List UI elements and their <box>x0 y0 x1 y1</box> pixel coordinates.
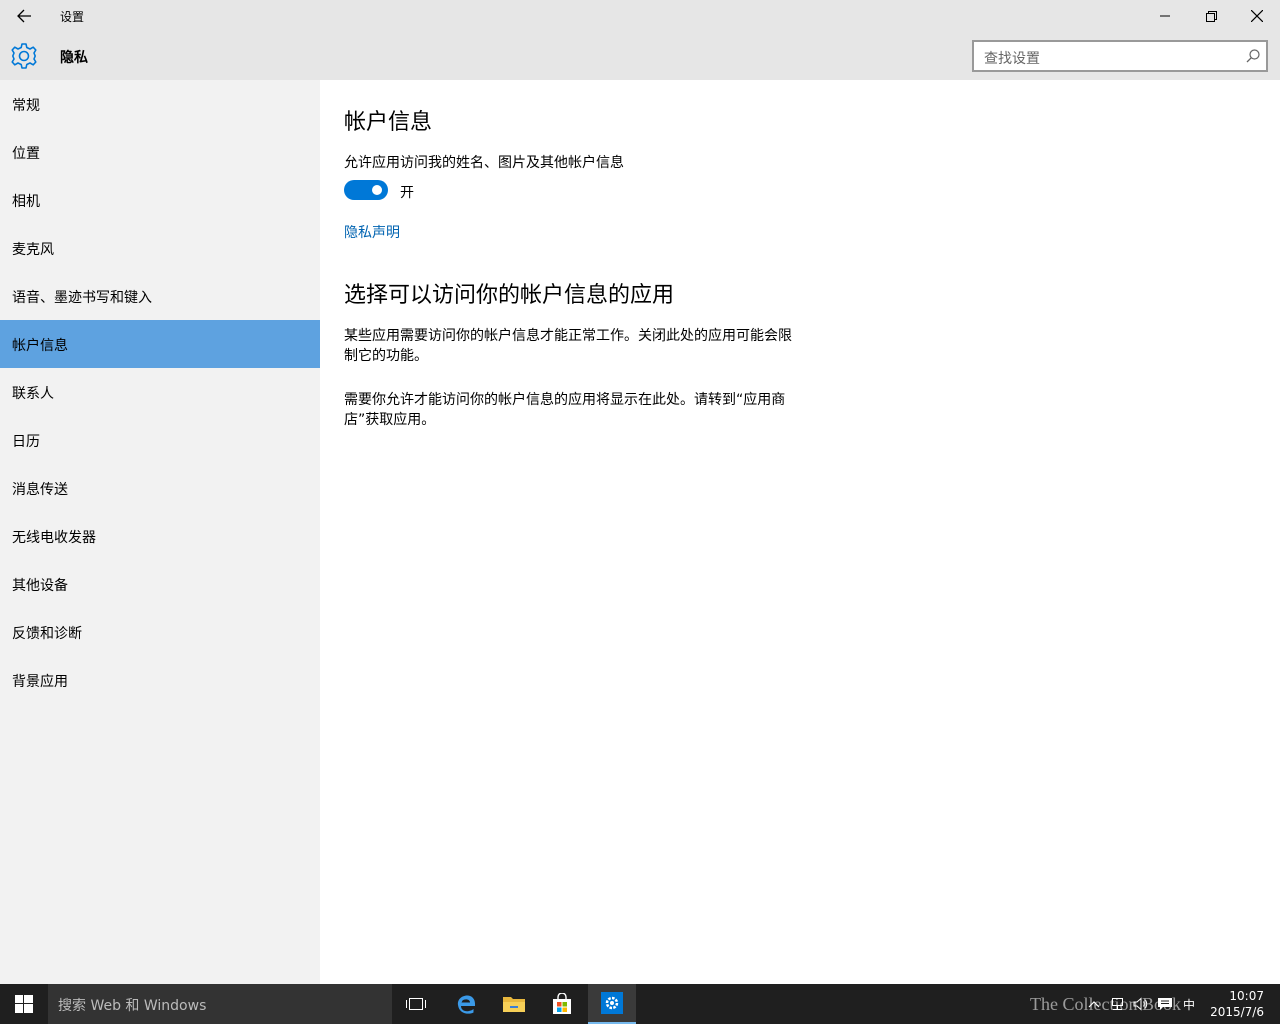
title-bar: 设置 <box>0 0 1280 32</box>
action-center-icon <box>1158 998 1172 1010</box>
restore-icon <box>1205 10 1217 22</box>
sidebar-item-label: 消息传送 <box>12 482 68 498</box>
volume-button[interactable] <box>1130 984 1152 1024</box>
clock-time: 10:07 <box>1229 989 1264 1003</box>
sidebar-item-calendar[interactable]: 日历 <box>0 416 320 464</box>
sidebar-item-label: 背景应用 <box>12 674 68 690</box>
edge-button[interactable] <box>442 984 490 1024</box>
search-icon[interactable] <box>1246 49 1260 63</box>
settings-taskbar-button[interactable] <box>588 984 636 1024</box>
network-icon <box>1112 998 1123 1010</box>
clock-date: 2015/7/6 <box>1210 1005 1264 1019</box>
store-button[interactable] <box>538 984 586 1024</box>
sidebar-item-label: 无线电收发器 <box>12 530 96 546</box>
sidebar-item-messaging[interactable]: 消息传送 <box>0 464 320 512</box>
close-button[interactable] <box>1234 0 1280 32</box>
sidebar-item-radios[interactable]: 无线电收发器 <box>0 512 320 560</box>
sidebar-item-location[interactable]: 位置 <box>0 128 320 176</box>
file-explorer-button[interactable] <box>490 984 538 1024</box>
sidebar-item-account-info[interactable]: 帐户信息 <box>0 320 320 368</box>
sidebar-item-other-devices[interactable]: 其他设备 <box>0 560 320 608</box>
sidebar-item-label: 位置 <box>12 146 40 162</box>
sidebar-item-background-apps[interactable]: 背景应用 <box>0 656 320 704</box>
volume-icon <box>1133 997 1148 1011</box>
sidebar-item-general[interactable]: 常规 <box>0 80 320 128</box>
sidebar-item-label: 反馈和诊断 <box>12 626 82 642</box>
chevron-up-icon <box>1088 1001 1100 1008</box>
permission-label: 允许应用访问我的姓名、图片及其他帐户信息 <box>344 155 624 171</box>
section-heading: 帐户信息 <box>344 110 433 135</box>
close-icon <box>1251 10 1263 22</box>
search-input[interactable]: 查找设置 <box>972 40 1268 72</box>
toggle-knob <box>372 185 382 195</box>
minimize-icon <box>1160 15 1170 17</box>
back-button[interactable] <box>8 2 40 30</box>
sidebar-item-label: 联系人 <box>12 386 54 402</box>
sidebar-item-label: 语音、墨迹书写和键入 <box>12 290 152 306</box>
sidebar-item-microphone[interactable]: 麦克风 <box>0 224 320 272</box>
search-placeholder: 查找设置 <box>984 51 1040 67</box>
start-button[interactable] <box>0 984 48 1024</box>
task-view-button[interactable] <box>392 984 440 1024</box>
edge-icon <box>457 995 476 1014</box>
taskbar-search-box[interactable]: 搜索 Web 和 Windows <box>48 984 392 1024</box>
gear-icon <box>10 42 38 70</box>
taskbar-search-placeholder: 搜索 Web 和 Windows <box>58 998 207 1014</box>
sidebar: 常规 位置 相机 麦克风 语音、墨迹书写和键入 帐户信息 联系人 日历 消息传送… <box>0 80 320 984</box>
show-hidden-icons-button[interactable] <box>1084 984 1104 1024</box>
apps-description: 某些应用需要访问你的帐户信息才能正常工作。关闭此处的应用可能会限制它的功能。 <box>344 328 792 364</box>
apps-empty-note: 需要你允许才能访问你的帐户信息的应用将显示在此处。请转到“应用商店”获取应用。 <box>344 392 786 428</box>
sidebar-item-label: 相机 <box>12 194 40 210</box>
sidebar-item-label: 帐户信息 <box>12 338 68 354</box>
windows-logo-icon <box>15 995 33 1013</box>
apps-heading: 选择可以访问你的帐户信息的应用 <box>344 283 675 308</box>
sidebar-item-label: 其他设备 <box>12 578 68 594</box>
network-button[interactable] <box>1106 984 1128 1024</box>
store-icon <box>553 993 571 1014</box>
settings-gear-icon <box>601 992 623 1014</box>
sidebar-item-contacts[interactable]: 联系人 <box>0 368 320 416</box>
folder-icon <box>503 997 525 1012</box>
account-info-toggle[interactable] <box>344 180 388 200</box>
page-title: 隐私 <box>60 50 88 66</box>
settings-header: 隐私 查找设置 <box>0 32 1280 80</box>
task-view-icon <box>406 998 426 1010</box>
ime-indicator[interactable]: 中 <box>1178 984 1200 1024</box>
window-title: 设置 <box>60 10 85 24</box>
main-content: 帐户信息 允许应用访问我的姓名、图片及其他帐户信息 开 隐私声明 选择可以访问你… <box>320 80 1280 984</box>
minimize-button[interactable] <box>1142 0 1188 32</box>
action-center-button[interactable] <box>1154 984 1176 1024</box>
sidebar-item-speech-inking[interactable]: 语音、墨迹书写和键入 <box>0 272 320 320</box>
toggle-state-label: 开 <box>400 185 414 201</box>
sidebar-item-camera[interactable]: 相机 <box>0 176 320 224</box>
taskbar-clock[interactable]: 10:07 2015/7/6 <box>1210 988 1264 1020</box>
sidebar-item-feedback-diagnostics[interactable]: 反馈和诊断 <box>0 608 320 656</box>
sidebar-item-label: 麦克风 <box>12 242 54 258</box>
back-arrow-icon <box>17 9 31 23</box>
privacy-statement-link[interactable]: 隐私声明 <box>344 222 400 242</box>
restore-button[interactable] <box>1188 0 1234 32</box>
taskbar: 搜索 Web 和 Windows The Collection Book 中 1… <box>0 984 1280 1024</box>
sidebar-item-label: 常规 <box>12 98 40 114</box>
sidebar-item-label: 日历 <box>12 434 40 450</box>
